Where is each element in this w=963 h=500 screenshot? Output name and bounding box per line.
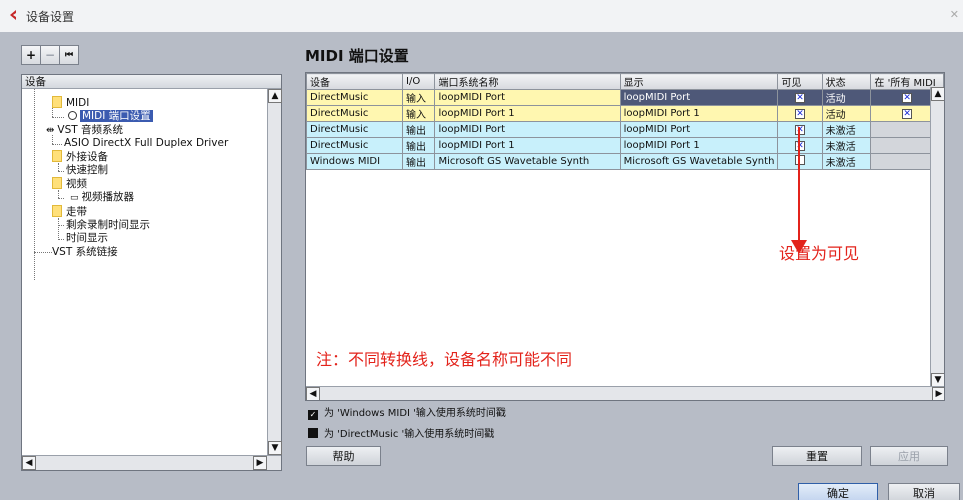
tree-item-video[interactable]: 视频 <box>52 177 87 191</box>
visible-checkbox[interactable]: ✕ <box>795 93 806 103</box>
scroll-left-icon[interactable]: ◀ <box>306 387 320 400</box>
col-io[interactable]: I/O <box>402 73 436 90</box>
tree-item-quick-control[interactable]: 快速控制 <box>66 164 108 177</box>
cubase-logo-icon <box>10 10 16 20</box>
tree-item-vst-system-link[interactable]: VST 系统链接 <box>52 246 118 259</box>
reset-button[interactable]: 重置 <box>772 446 862 466</box>
scroll-left-icon[interactable]: ◀ <box>22 456 36 470</box>
device-setup-dialog: + − ⏮ 设备 MIDI MIDI 端口设置 ⇹ VST 音频系统 ASIO D… <box>0 32 963 500</box>
tree-toolbar: + − ⏮ <box>21 45 79 65</box>
table-row[interactable]: Windows MIDI 输出 Microsoft GS Wavetable S… <box>306 153 944 170</box>
folder-icon <box>52 150 62 162</box>
folder-icon <box>52 177 62 189</box>
audio-connector-icon: ⇹ <box>46 125 55 136</box>
tree-item-video-player[interactable]: ▭ 视频播放器 <box>70 191 134 205</box>
annotation-note: 注：不同转换线，设备名称可能不同 <box>316 350 573 369</box>
remove-button[interactable]: − <box>40 45 60 65</box>
apply-button[interactable]: 应用 <box>870 446 948 466</box>
tree-item-midi[interactable]: MIDI <box>52 96 89 110</box>
visible-checkbox[interactable]: ✕ <box>795 141 806 151</box>
port-table: 设备 I/O 端口系统名称 显示 可见 状态 在 '所有 MIDI Direct… <box>306 73 944 170</box>
scroll-up-icon[interactable]: ▲ <box>268 89 282 103</box>
display-name-cell[interactable]: loopMIDI Port <box>619 89 779 106</box>
tree-item-external-devices[interactable]: 外接设备 <box>52 150 108 164</box>
cancel-button[interactable]: 取消 <box>888 483 960 500</box>
scroll-down-icon[interactable]: ▼ <box>931 373 944 387</box>
port-icon <box>68 111 77 120</box>
col-display[interactable]: 显示 <box>619 73 779 90</box>
help-button[interactable]: 帮助 <box>306 446 381 466</box>
folder-icon <box>52 96 62 108</box>
display-name-cell[interactable]: loopMIDI Port 1 <box>619 137 779 154</box>
table-vertical-scrollbar[interactable]: ▲ ▼ <box>930 87 944 387</box>
visible-cell: ✕ <box>777 121 823 138</box>
add-button[interactable]: + <box>21 45 41 65</box>
display-name-cell[interactable]: loopMIDI Port <box>619 121 779 138</box>
table-row[interactable]: DirectMusic 输入 loopMIDI Port loopMIDI Po… <box>306 89 944 106</box>
windows-midi-timestamp-option[interactable]: ✓ 为 'Windows MIDI '输入使用系统时间戳 <box>308 404 506 420</box>
table-row[interactable]: DirectMusic 输出 loopMIDI Port loopMIDI Po… <box>306 121 944 138</box>
window-title: 设备设置 <box>26 10 75 24</box>
visible-cell: ✕ <box>777 137 823 154</box>
display-name-cell[interactable]: loopMIDI Port 1 <box>619 105 779 122</box>
visible-cell: ✕ <box>777 89 823 106</box>
title-bar: 设备设置 ✕ <box>0 0 963 32</box>
scroll-down-icon[interactable]: ▼ <box>268 441 282 455</box>
visible-checkbox[interactable]: ✕ <box>795 125 806 135</box>
device-tree: 设备 MIDI MIDI 端口设置 ⇹ VST 音频系统 ASIO DirectX… <box>21 74 282 471</box>
tree-item-midi-port-settings[interactable]: MIDI 端口设置 <box>68 110 153 123</box>
display-name-cell[interactable]: Microsoft GS Wavetable Synth <box>619 153 779 170</box>
video-player-icon: ▭ <box>70 193 79 203</box>
tree-vertical-scrollbar[interactable]: ▲ ▼ <box>267 89 282 455</box>
col-port-system-name[interactable]: 端口系统名称 <box>434 73 621 90</box>
table-row[interactable]: DirectMusic 输入 loopMIDI Port 1 loopMIDI … <box>306 105 944 122</box>
all-midi-checkbox[interactable]: ✕ <box>902 93 913 103</box>
panel-title: MIDI 端口设置 <box>305 47 409 65</box>
table-row[interactable]: DirectMusic 输出 loopMIDI Port 1 loopMIDI … <box>306 137 944 154</box>
checkbox-icon[interactable] <box>308 428 318 438</box>
tree-item-vst-audio[interactable]: ⇹ VST 音频系统 <box>46 124 123 137</box>
annotation-arrow-line <box>798 127 800 242</box>
scroll-right-icon[interactable]: ▶ <box>932 387 944 400</box>
tree-item-transport[interactable]: 走带 <box>52 205 87 219</box>
table-header-row: 设备 I/O 端口系统名称 显示 可见 状态 在 '所有 MIDI <box>306 73 944 90</box>
visible-checkbox[interactable]: ✕ <box>795 109 806 119</box>
ok-button[interactable]: 确定 <box>798 483 878 500</box>
tree-item-asio-driver[interactable]: ASIO DirectX Full Duplex Driver <box>64 137 228 150</box>
scroll-up-icon[interactable]: ▲ <box>931 87 944 101</box>
tree-header: 设备 <box>22 75 281 89</box>
scroll-right-icon[interactable]: ▶ <box>253 456 267 470</box>
tree-item-time-display[interactable]: 时间显示 <box>66 232 108 245</box>
visible-cell: ✕ <box>777 105 823 122</box>
col-status[interactable]: 状态 <box>821 73 872 90</box>
tree-item-remaining-record-time[interactable]: 剩余录制时间显示 <box>66 219 150 232</box>
col-device[interactable]: 设备 <box>306 73 404 90</box>
annotation-set-visible: 设置为可见 <box>779 244 860 263</box>
visible-cell <box>777 153 823 170</box>
checkbox-checked-icon[interactable]: ✓ <box>308 410 318 420</box>
directmusic-timestamp-option[interactable]: 为 'DirectMusic '输入使用系统时间戳 <box>308 425 494 440</box>
reset-device-button[interactable]: ⏮ <box>59 45 79 65</box>
visible-checkbox[interactable] <box>795 155 806 165</box>
tree-horizontal-scrollbar[interactable]: ◀ ▶ <box>22 455 281 470</box>
all-midi-checkbox[interactable]: ✕ <box>902 109 913 119</box>
col-visible[interactable]: 可见 <box>777 73 823 90</box>
close-icon[interactable]: ✕ <box>950 8 959 21</box>
folder-icon <box>52 205 62 217</box>
table-horizontal-scrollbar[interactable]: ◀ ▶ <box>306 386 944 400</box>
